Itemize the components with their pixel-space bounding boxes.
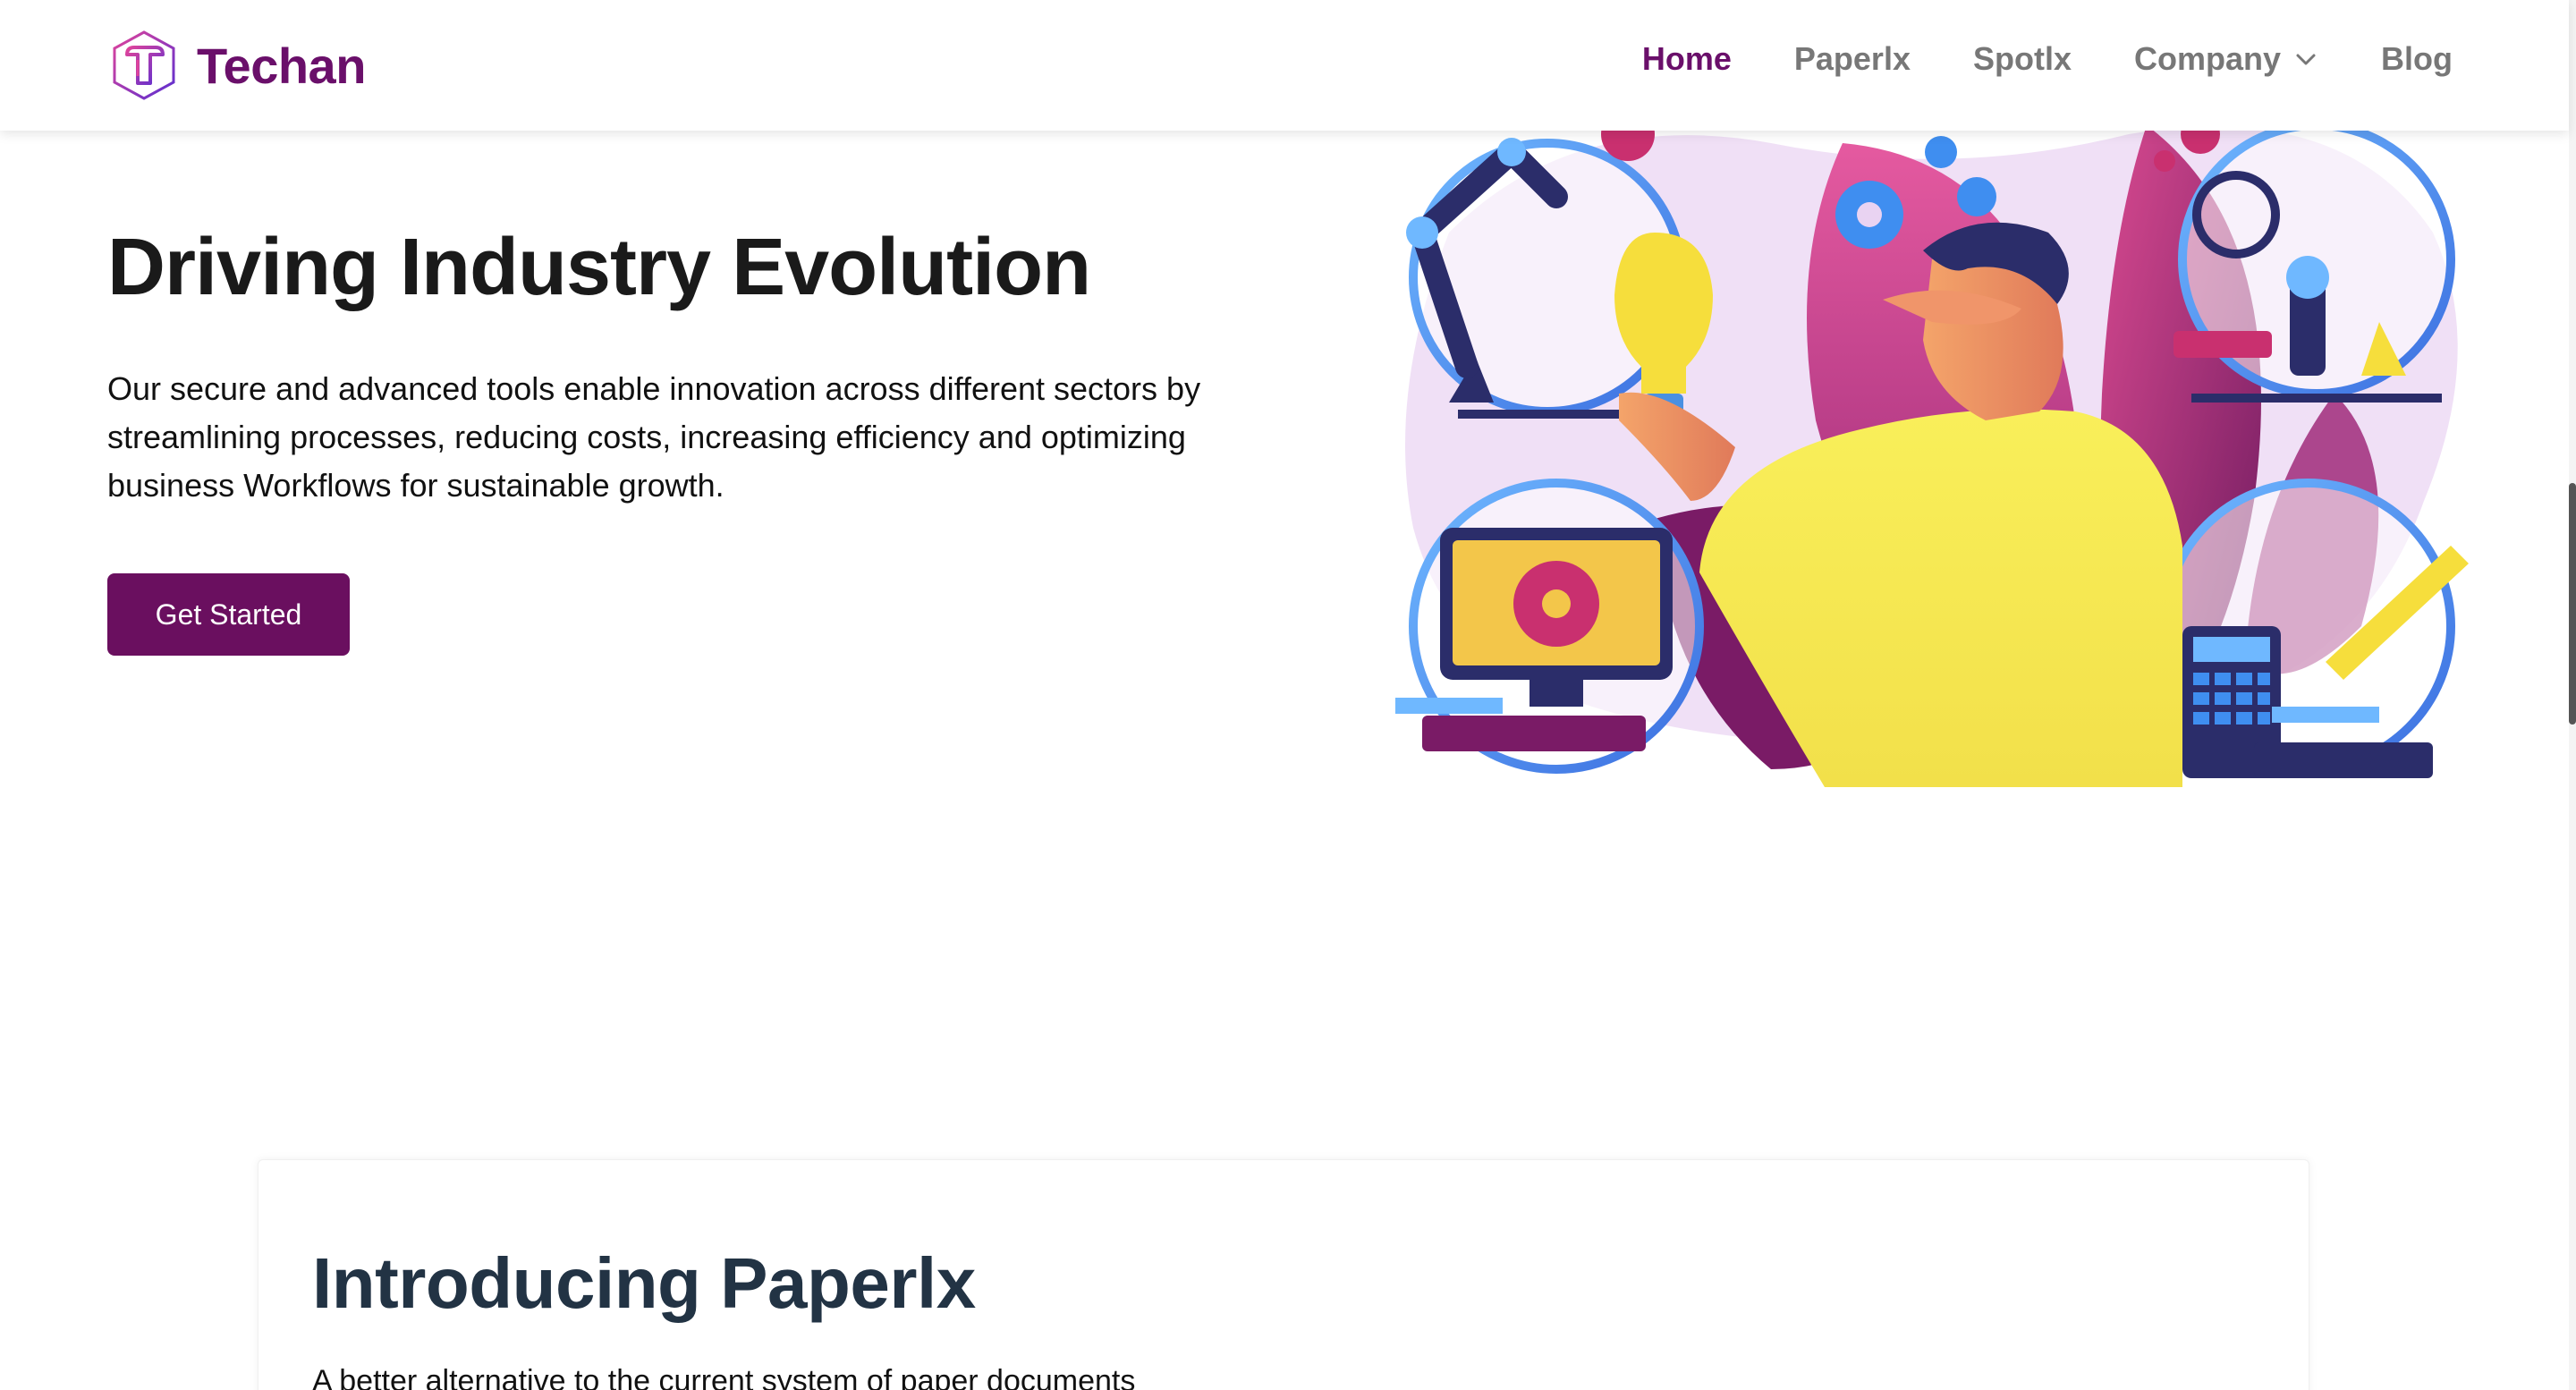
paperlx-intro-card: Introducing Paperlx A better alternative… xyxy=(258,1159,2309,1390)
decorative-blob-icon xyxy=(1663,1380,1815,1390)
nav-spotlx-label: Spotlx xyxy=(1972,40,2072,77)
brand-link[interactable]: Techan xyxy=(111,27,366,104)
scrollbar-thumb[interactable] xyxy=(2569,483,2576,725)
get-started-button[interactable]: Get Started xyxy=(107,573,350,656)
nav-company-label: Company xyxy=(2133,40,2282,77)
nav-spotlx[interactable]: Spotlx xyxy=(1973,34,2072,84)
nav-blog[interactable]: Blog xyxy=(2381,34,2453,84)
navbar: Techan Home Paperlx Spotlx Company Blog xyxy=(0,0,2569,131)
techan-logo-icon xyxy=(113,30,175,100)
nav-home[interactable]: Home xyxy=(1642,34,1732,84)
brand-name: Techan xyxy=(197,37,366,94)
main-nav: Home Paperlx Spotlx Company Blog xyxy=(1580,34,2453,84)
section-title: Introducing Paperlx xyxy=(312,1243,976,1323)
nav-home-label: Home xyxy=(1641,40,1732,77)
nav-blog-label: Blog xyxy=(2381,40,2453,77)
hero-title: Driving Industry Evolution xyxy=(107,223,1091,312)
nav-paperlx-label: Paperlx xyxy=(1793,40,1911,77)
industry-innovation-illustration xyxy=(1395,125,2469,787)
hero-description: Our secure and advanced tools enable inn… xyxy=(107,370,1201,504)
nav-company-dropdown[interactable]: Company xyxy=(2134,34,2318,84)
chevron-down-icon xyxy=(2296,54,2316,65)
nav-paperlx[interactable]: Paperlx xyxy=(1794,34,1911,84)
section-subtitle: A better alternative to the current syst… xyxy=(312,1364,1136,1390)
